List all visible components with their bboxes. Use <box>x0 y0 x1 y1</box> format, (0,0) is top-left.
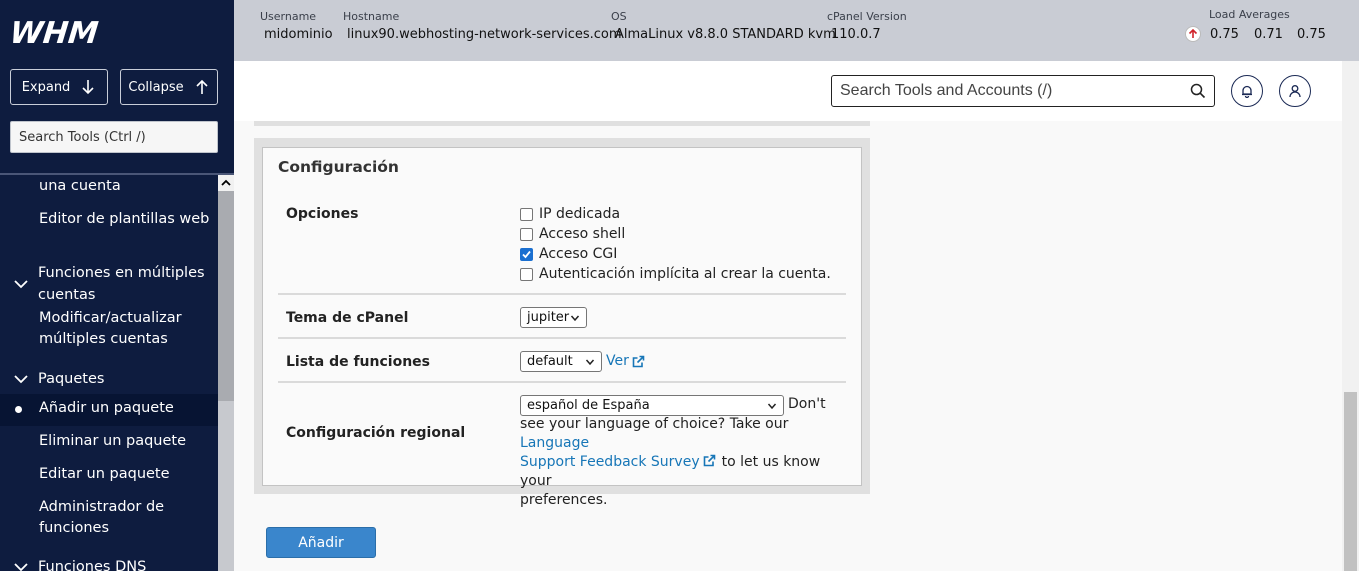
panel-title: Configuración <box>278 158 399 176</box>
chevron-down-icon <box>570 315 580 321</box>
main-search-box[interactable] <box>831 75 1215 107</box>
feature-list-select-value: default <box>527 354 573 369</box>
checkbox-cgi-access[interactable] <box>520 247 533 261</box>
sidebar-item-delete-package[interactable]: Eliminar un paquete <box>39 431 214 452</box>
locale-help-line: preferences. <box>520 492 608 508</box>
row-divider <box>278 381 846 383</box>
checkbox-implicit-auth[interactable] <box>520 267 533 281</box>
option-label: Acceso shell <box>539 226 626 242</box>
active-indicator-dot <box>15 406 22 413</box>
sidebar: WHM Expand Collapse Search Tools (Ctrl /… <box>0 0 234 571</box>
locale-help-line: see your language of choice? Take our <box>520 416 789 432</box>
collapse-label: Collapse <box>128 79 184 95</box>
user-icon <box>1289 85 1301 98</box>
arrow-up-icon <box>196 79 208 94</box>
hostname-label: Hostname <box>343 10 400 23</box>
username-label: Username <box>260 10 317 23</box>
sidebar-item-modify-multi-accounts[interactable]: Modificar/actualizar múltiples cuentas <box>39 308 214 350</box>
scroll-up-button[interactable] <box>218 175 234 191</box>
cpanel-version-label: cPanel Version <box>827 10 907 23</box>
option-label: Autenticación implícita al crear la cuen… <box>539 266 831 282</box>
sidebar-group-dns[interactable]: Funciones DNS <box>38 556 213 571</box>
sidebar-search-placeholder: Search Tools (Ctrl /) <box>19 129 146 145</box>
sidebar-group-multi-account[interactable]: Funciones en múltiples cuentas <box>38 262 213 306</box>
sidebar-item-create-account[interactable]: una cuenta <box>39 176 214 197</box>
sidebar-search-input[interactable]: Search Tools (Ctrl /) <box>10 121 218 153</box>
add-package-button[interactable]: Añadir <box>266 527 376 558</box>
language-survey-link[interactable]: Language <box>520 435 589 451</box>
option-label: Acceso CGI <box>539 246 618 262</box>
checkbox-shell-access[interactable] <box>520 227 533 241</box>
row-divider <box>278 293 846 295</box>
options-label: Opciones <box>286 206 359 222</box>
cpanel-version-value: 110.0.7 <box>831 27 881 42</box>
checkbox-dedicated-ip[interactable] <box>520 207 533 221</box>
server-info-bar: Username midominio Hostname linux90.webh… <box>234 0 1359 61</box>
checkmark-icon <box>522 250 531 258</box>
option-dedicated-ip[interactable]: IP dedicada <box>520 206 620 222</box>
load-averages-label: Load Averages <box>1209 8 1290 21</box>
sidebar-item-edit-package[interactable]: Editar un paquete <box>39 464 214 485</box>
sidebar-divider <box>0 173 234 175</box>
header <box>234 61 1342 121</box>
chevron-up-icon <box>221 179 231 186</box>
os-label: OS <box>611 10 627 23</box>
load-average-15: 0.75 <box>1297 27 1326 42</box>
external-link-icon <box>632 355 645 367</box>
view-feature-list-link[interactable]: Ver <box>606 353 645 369</box>
expand-button[interactable]: Expand <box>10 69 108 105</box>
os-value: AlmaLinux v8.8.0 STANDARD kvm <box>615 27 836 42</box>
user-menu-button[interactable] <box>1279 75 1311 107</box>
feature-list-label: Lista de funciones <box>286 354 430 370</box>
chevron-down-icon[interactable] <box>13 559 29 571</box>
external-link-icon <box>703 454 715 467</box>
collapse-button[interactable]: Collapse <box>120 69 218 105</box>
expand-label: Expand <box>21 79 71 95</box>
theme-label: Tema de cPanel <box>286 310 409 326</box>
notifications-button[interactable] <box>1231 75 1263 107</box>
view-link-label: Ver <box>606 353 629 369</box>
language-survey-link-cont[interactable]: Support Feedback Survey <box>520 454 700 470</box>
locale-help-text: see your language of choice? Take our La… <box>520 396 840 510</box>
load-average-1: 0.75 <box>1210 27 1239 42</box>
option-cgi-access[interactable]: Acceso CGI <box>520 246 617 262</box>
sidebar-item-add-package[interactable]: Añadir un paquete <box>39 398 214 419</box>
page-scroll-thumb[interactable] <box>1344 392 1357 571</box>
sidebar-item-feature-manager[interactable]: Administrador de funciones <box>39 497 214 539</box>
chevron-down-icon[interactable] <box>13 371 29 387</box>
load-average-5: 0.71 <box>1254 27 1283 42</box>
whm-logo[interactable]: WHM <box>8 16 100 51</box>
locale-label: Configuración regional <box>286 425 466 441</box>
username-value: midominio <box>264 27 333 42</box>
sidebar-item-web-template-editor[interactable]: Editor de plantillas web <box>39 209 214 230</box>
option-implicit-auth[interactable]: Autenticación implícita al crear la cuen… <box>520 266 831 282</box>
feature-list-select[interactable]: default <box>520 351 602 372</box>
main-search-input[interactable] <box>840 82 1190 100</box>
search-icon[interactable] <box>1190 83 1206 99</box>
chevron-down-icon[interactable] <box>13 276 29 292</box>
chevron-down-icon <box>585 359 595 365</box>
option-label: IP dedicada <box>539 206 621 222</box>
hostname-value: linux90.webhosting-network-services.com <box>347 27 622 42</box>
sidebar-scroll-thumb[interactable] <box>218 191 234 401</box>
theme-select-value: jupiter <box>527 310 570 325</box>
arrow-down-icon <box>82 80 94 95</box>
sidebar-group-packages[interactable]: Paquetes <box>38 368 213 390</box>
previous-panel-edge <box>254 121 870 126</box>
bell-icon <box>1242 85 1252 98</box>
row-divider <box>278 337 846 339</box>
option-shell-access[interactable]: Acceso shell <box>520 226 625 242</box>
load-up-arrow-icon <box>1185 26 1201 42</box>
theme-select[interactable]: jupiter <box>520 307 587 328</box>
